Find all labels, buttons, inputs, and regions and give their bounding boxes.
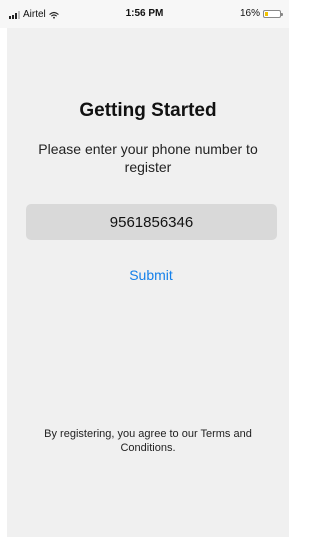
app-screen: Airtel 1:56 PM 16% Getting Started Pleas… [0,0,289,537]
status-right: 16% [239,8,283,19]
page-title: Getting Started [79,100,217,121]
terms-text: By registering, you agree to our Terms a… [44,428,252,454]
phone-number-input[interactable] [26,204,277,240]
submit-button[interactable]: Submit [118,263,184,287]
status-bar: Airtel 1:56 PM 16% [0,0,289,28]
page-subtitle: Please enter your phone number to regist… [38,141,258,175]
registration-screen: Getting Started Please enter your phone … [7,28,289,537]
battery-icon [263,9,283,18]
battery-percentage: 16% [239,8,260,19]
